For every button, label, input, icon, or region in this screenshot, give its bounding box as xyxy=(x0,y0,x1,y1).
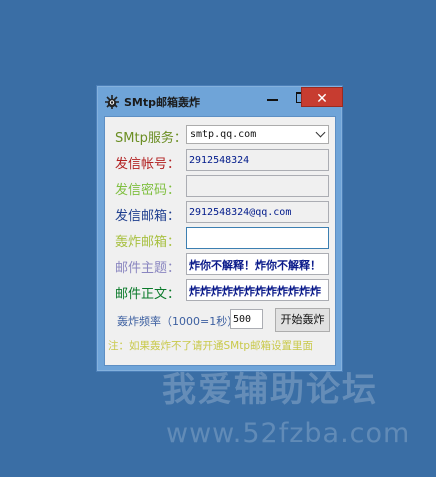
sender-email-label: 发信邮箱： xyxy=(115,209,181,224)
password-input[interactable] xyxy=(186,175,329,197)
title-bar[interactable]: SMtp邮箱轰炸 ✕ xyxy=(97,86,343,116)
app-window: SMtp邮箱轰炸 ✕ SMtp服务： smtp.qq.com 发信帐号： 291… xyxy=(96,85,343,372)
password-label: 发信密码： xyxy=(115,183,181,198)
account-label: 发信帐号： xyxy=(115,157,181,172)
watermark-text: 我爱辅助论坛 xyxy=(162,370,378,410)
start-bombing-button[interactable]: 开始轰炸 xyxy=(275,308,330,332)
hint-note: 注：如果轰炸不了请开通SMtp邮箱设置里面 xyxy=(108,340,314,352)
chevron-down-icon[interactable] xyxy=(315,127,326,138)
smtp-server-select[interactable]: smtp.qq.com xyxy=(186,125,329,144)
rate-input[interactable]: 500 xyxy=(230,309,263,329)
window-title: SMtp邮箱轰炸 xyxy=(124,96,201,109)
subject-input[interactable]: 炸你不解释！炸你不解释！ xyxy=(186,253,329,275)
rate-label: 轰炸频率（1000=1秒） xyxy=(117,315,239,328)
sender-email-input[interactable]: 2912548324@qq.com xyxy=(186,201,329,223)
bomb-app-icon xyxy=(104,94,120,110)
target-email-input[interactable] xyxy=(186,227,329,249)
target-email-label: 轰炸邮箱： xyxy=(115,235,181,250)
account-input[interactable]: 2912548324 xyxy=(186,149,329,171)
smtp-server-value: smtp.qq.com xyxy=(190,129,257,140)
smtp-label: SMtp服务： xyxy=(115,131,187,146)
close-button[interactable]: ✕ xyxy=(301,87,343,107)
minimize-button[interactable] xyxy=(260,87,286,107)
body-label: 邮件正文： xyxy=(115,287,181,302)
close-icon: ✕ xyxy=(316,91,328,107)
body-input[interactable]: 炸炸炸炸炸炸炸炸炸炸炸炸 xyxy=(186,279,329,301)
subject-label: 邮件主题： xyxy=(115,261,181,276)
form-panel: SMtp服务： smtp.qq.com 发信帐号： 2912548324 发信密… xyxy=(104,116,336,366)
minimize-icon xyxy=(267,99,278,101)
watermark-url: www.52fzba.com xyxy=(166,418,411,449)
